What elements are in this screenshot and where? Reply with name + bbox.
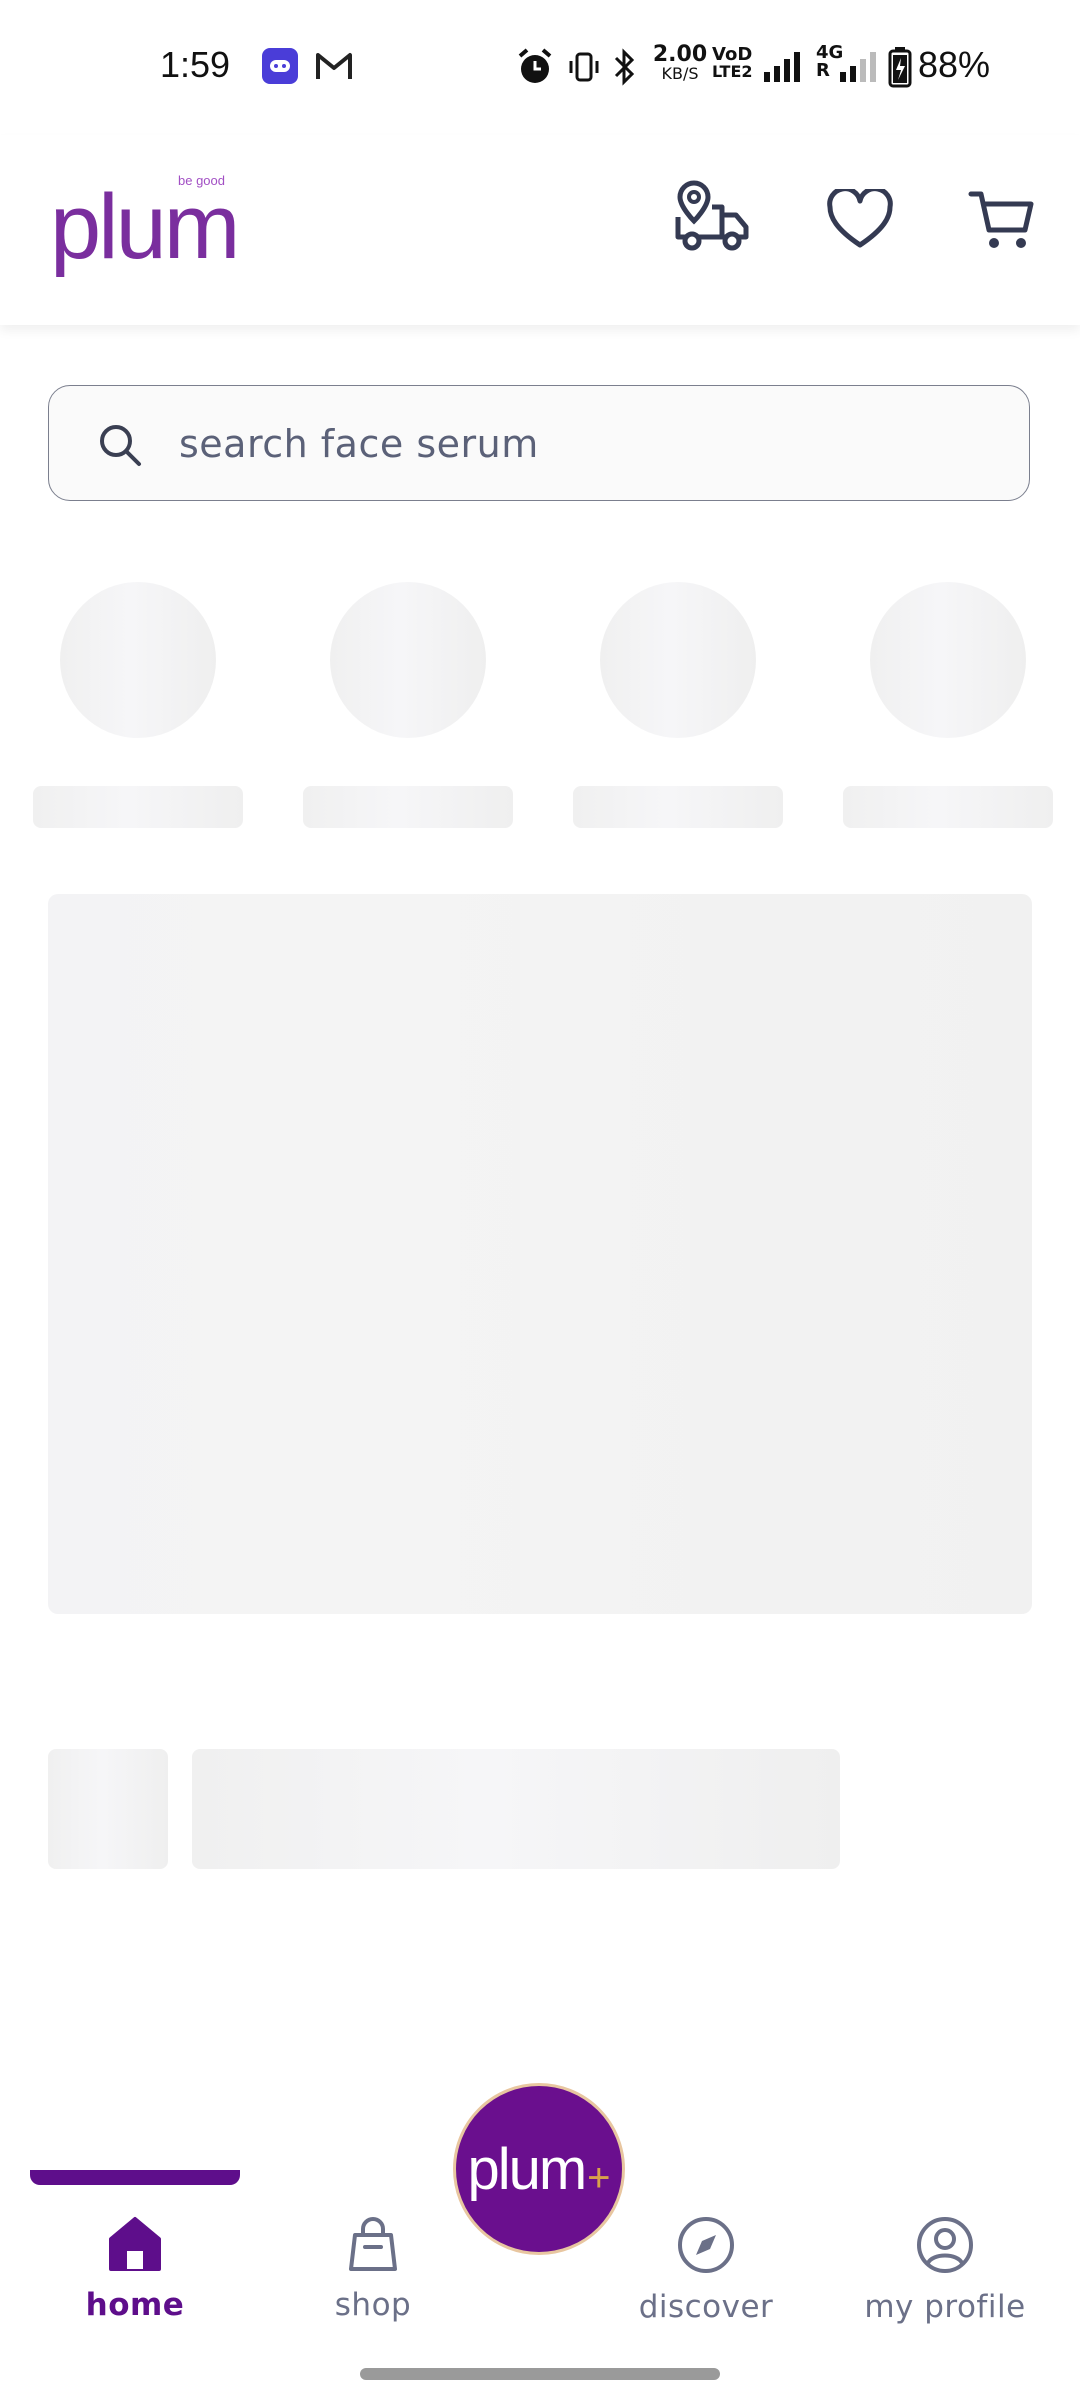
nav-label-discover: discover [638, 2289, 774, 2325]
status-bar: 1:59 2.00 KB/S VoD LTE2 4G R 88% [0, 0, 1080, 135]
signal-strength-2-icon [838, 50, 882, 88]
search-icon [97, 422, 143, 468]
category-skeleton-circle [600, 582, 756, 738]
search-placeholder: search face serum [179, 422, 539, 466]
thumbnail-skeleton [48, 1749, 168, 1869]
battery-percent: 88% [918, 44, 991, 85]
category-skeleton-label [573, 786, 783, 828]
app-header: plum be good [0, 135, 1080, 325]
active-tab-indicator [30, 2170, 240, 2185]
banner-skeleton [48, 894, 1032, 1614]
nav-item-discover[interactable]: discover [586, 2215, 826, 2325]
nav-label-my-profile: my profile [864, 2289, 1026, 2325]
delivery-truck-icon[interactable] [672, 175, 752, 255]
nav-label-home: home [85, 2287, 185, 2323]
vibrate-icon [567, 50, 601, 88]
plum-logo[interactable]: plum be good [50, 173, 250, 295]
category-skeleton-circle [330, 582, 486, 738]
nav-item-my-profile[interactable]: my profile [825, 2215, 1065, 2325]
shopping-bag-icon [349, 2217, 397, 2271]
plum-plus-text: plum [467, 2136, 587, 2202]
compass-icon [678, 2217, 734, 2273]
plus-icon: + [587, 2155, 611, 2200]
nav-item-shop[interactable]: shop [253, 2215, 493, 2323]
volte-indicator: VoD LTE2 [712, 44, 753, 81]
bluetooth-icon [612, 48, 636, 90]
game-app-icon [262, 48, 298, 84]
category-skeleton-circle [60, 582, 216, 738]
gesture-home-bar[interactable] [360, 2368, 720, 2380]
alarm-icon [517, 48, 553, 90]
signal-strength-icon [762, 50, 806, 88]
gmail-icon [315, 50, 353, 86]
status-time: 1:59 [160, 44, 231, 85]
category-skeleton-label [843, 786, 1053, 828]
heart-icon[interactable] [820, 180, 900, 260]
text-skeleton [192, 1749, 840, 1869]
net-speed: 2.00 KB/S [652, 42, 708, 83]
category-skeleton-label [33, 786, 243, 828]
profile-icon [917, 2217, 973, 2273]
nav-item-home[interactable]: home [15, 2215, 255, 2323]
logo-tagline: be good [178, 173, 225, 188]
category-skeleton-label [303, 786, 513, 828]
nav-label-shop: shop [334, 2287, 412, 2323]
logo-wordmark: plum [50, 176, 240, 278]
battery-icon [888, 46, 912, 92]
search-input[interactable]: search face serum [48, 385, 1030, 501]
home-icon [109, 2217, 161, 2271]
cart-icon[interactable] [962, 180, 1042, 260]
category-skeleton-circle [870, 582, 1026, 738]
